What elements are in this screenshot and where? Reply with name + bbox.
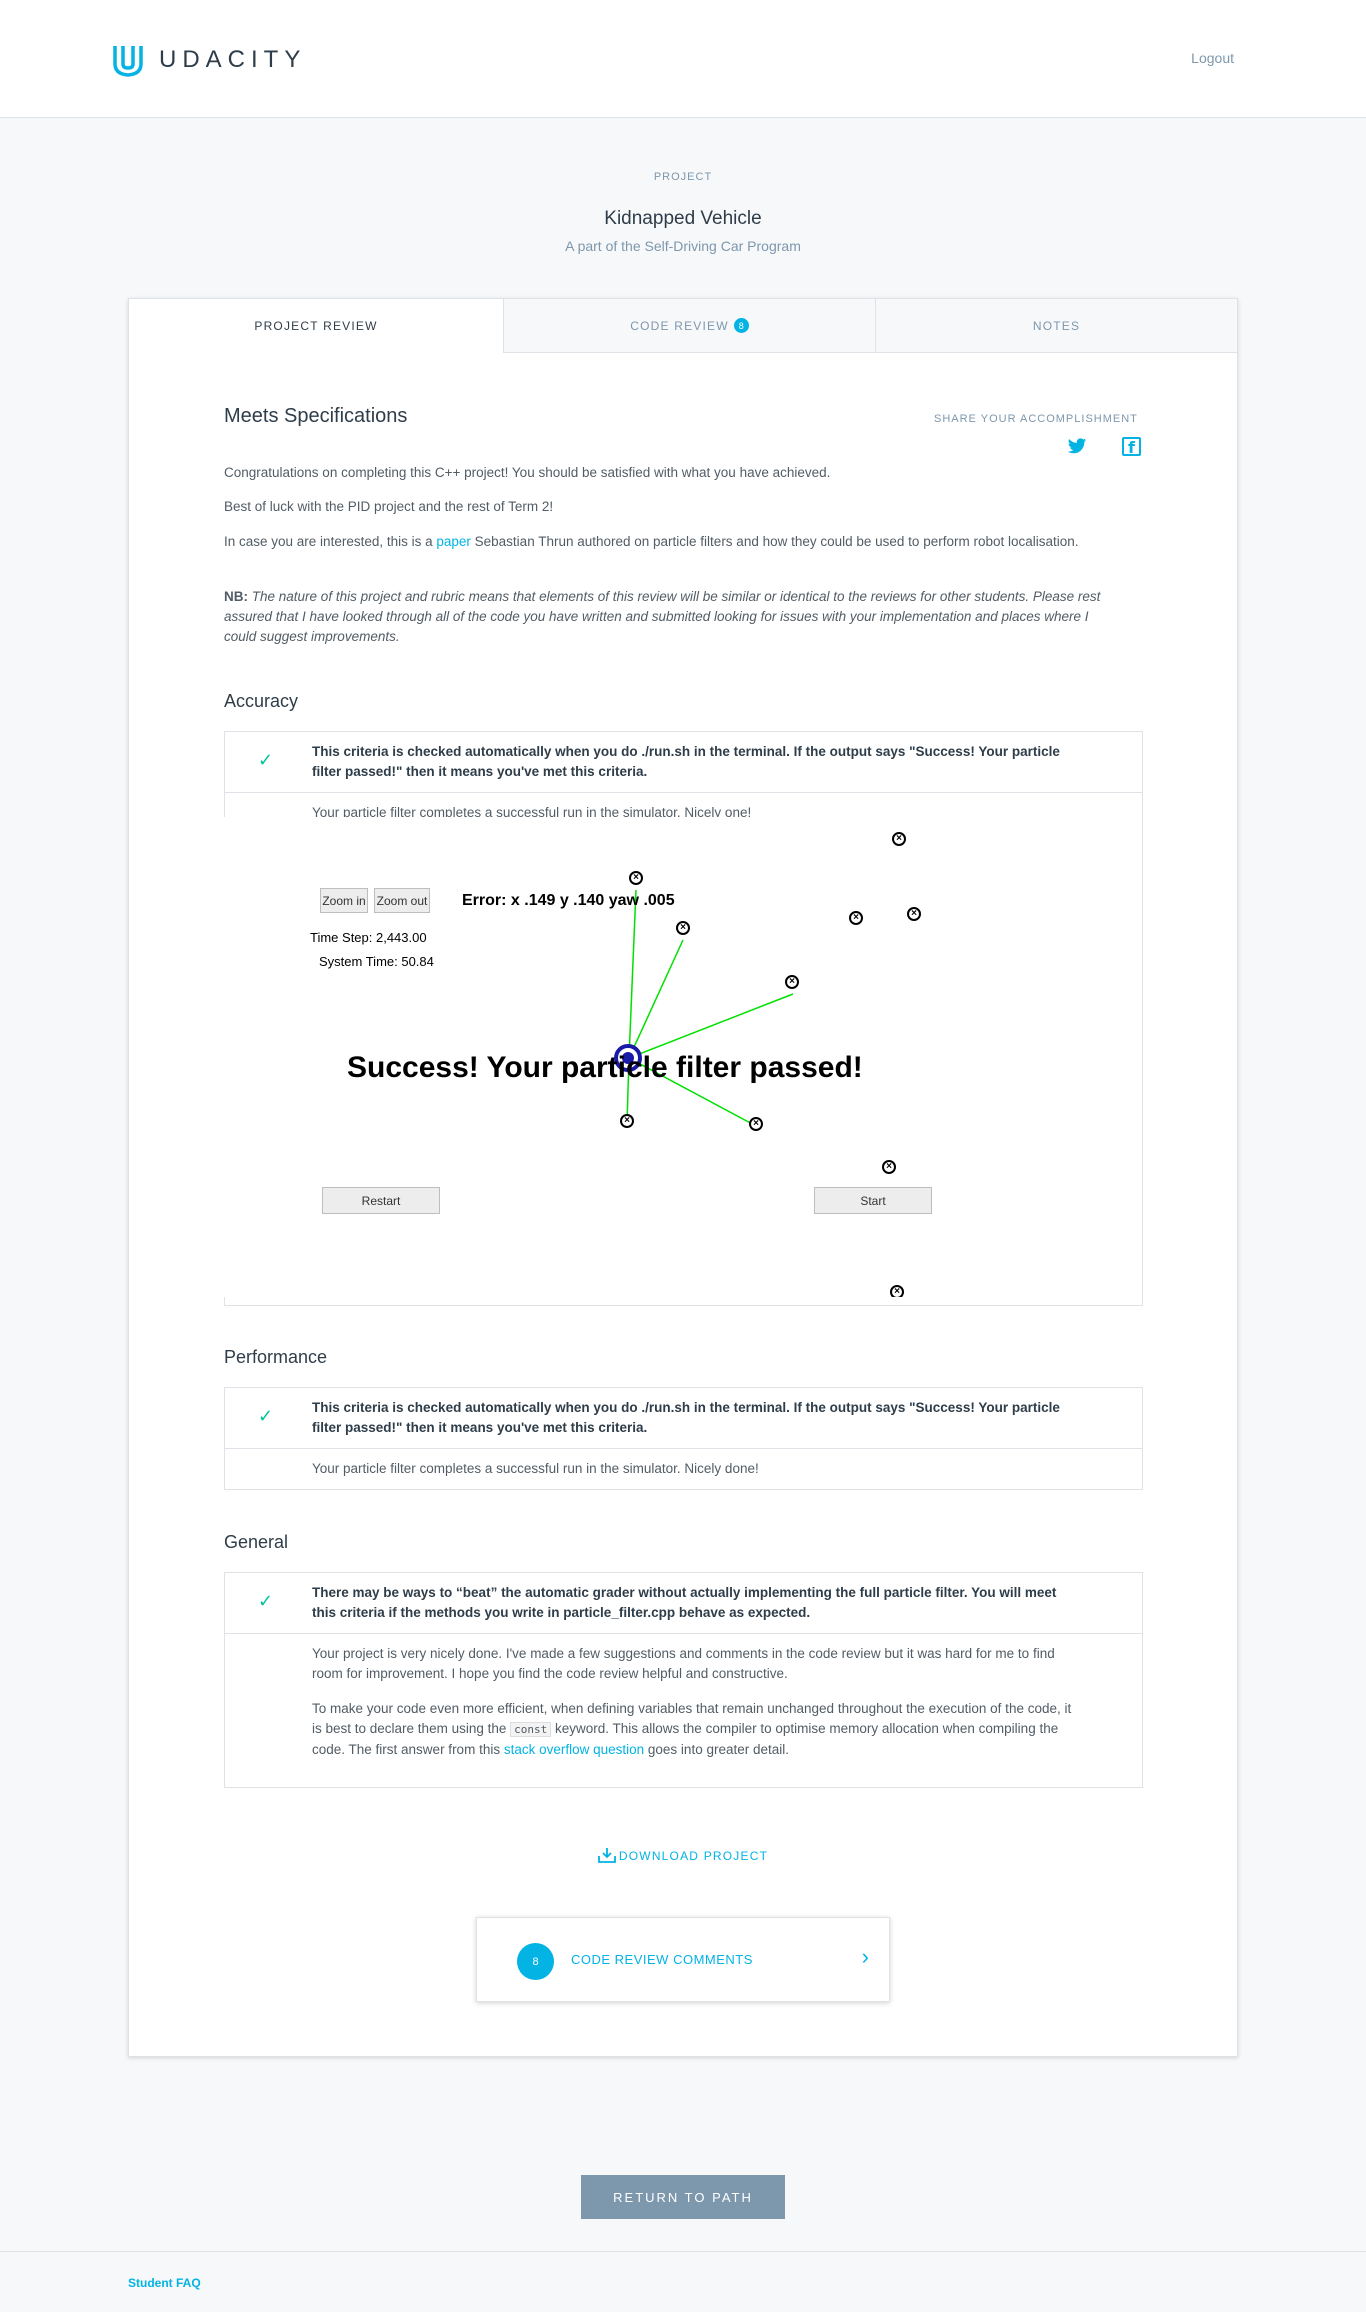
start-button[interactable]: Start (814, 1187, 932, 1214)
success-message: Success! Your particle filter passed! (347, 1051, 863, 1084)
chevron-right-icon: › (861, 1944, 869, 1969)
project-subtitle: A part of the Self-Driving Car Program (565, 238, 801, 254)
landmark-marker: × (882, 1160, 896, 1174)
landmark-marker: × (620, 1114, 634, 1128)
comments-count-badge: 8 (517, 1943, 554, 1980)
restart-button[interactable]: Restart (322, 1187, 440, 1214)
criteria-general: ✓ There may be ways to “beat” the automa… (224, 1572, 1143, 1788)
top-header: UDACITY Logout (0, 0, 1366, 118)
download-project-link[interactable]: DOWNLOAD PROJECT (0, 1847, 1366, 1863)
landmark-marker: × (676, 921, 690, 935)
criteria-text: This criteria is checked automatically w… (312, 1400, 1060, 1435)
reviewer-comment: Your project is very nicely done. I've m… (312, 1646, 1055, 1681)
check-icon: ✓ (258, 750, 274, 770)
criteria-header: ✓ There may be ways to “beat” the automa… (225, 1573, 1142, 1634)
section-title-accuracy: Accuracy (224, 691, 299, 711)
comments-label: CODE REVIEW COMMENTS (571, 1952, 753, 1967)
landmark-marker: × (890, 1285, 904, 1297)
review-status: Meets Specifications (224, 405, 408, 427)
logout-link[interactable]: Logout (1191, 50, 1234, 66)
review-paragraph: In case you are interested, this is a pa… (224, 534, 1079, 549)
landmark-marker: × (907, 907, 921, 921)
tab-bar: PROJECT REVIEW CODE REVIEW 8 NOTES (129, 299, 1237, 353)
time-step-readout: Time Step: 2,443.00 (310, 930, 427, 945)
footer: Student FAQ (0, 2251, 1366, 2312)
tab-label: CODE REVIEW (630, 318, 729, 333)
landmark-marker: × (749, 1117, 763, 1131)
share-label: SHARE YOUR ACCOMPLISHMENT (934, 413, 1138, 425)
review-note: NB: The nature of this project and rubri… (224, 589, 1101, 644)
tab-label: NOTES (1032, 318, 1081, 333)
twitter-icon[interactable] (1067, 438, 1087, 460)
criteria-text: There may be ways to “beat” the automati… (312, 1585, 1057, 1620)
system-time-readout: System Time: 50.84 (319, 954, 434, 969)
udacity-logo-icon (113, 46, 143, 77)
student-faq-link[interactable]: Student FAQ (128, 2276, 201, 2290)
tab-project-review[interactable]: PROJECT REVIEW (129, 299, 503, 353)
udacity-logo[interactable]: UDACITY (111, 40, 306, 80)
review-paragraph: Best of luck with the PID project and th… (224, 499, 554, 514)
criteria-header: ✓ This criteria is checked automatically… (225, 1388, 1142, 1449)
paper-link[interactable]: paper (436, 534, 471, 549)
zoom-in-button[interactable]: Zoom in (320, 888, 368, 913)
landmark-marker: × (849, 911, 863, 925)
landmark-marker: × (629, 871, 643, 885)
brand-name: UDACITY (159, 46, 307, 73)
simulator-screenshot: Zoom in Zoom out Error: x .149 y .140 ya… (222, 817, 1122, 1297)
return-to-path-button[interactable]: RETURN TO PATH (581, 2175, 785, 2219)
code-snippet: const (510, 1722, 552, 1737)
landmark-marker: × (785, 975, 799, 989)
check-icon: ✓ (258, 1406, 274, 1426)
reviewer-comment: To make your code even more efficient, w… (312, 1701, 1072, 1757)
facebook-icon[interactable]: f (1122, 437, 1141, 457)
section-title-performance: Performance (224, 1347, 328, 1367)
criteria-text: This criteria is checked automatically w… (312, 744, 1060, 779)
project-eyebrow: PROJECT (653, 171, 713, 183)
section-title-general: General (224, 1532, 289, 1552)
check-icon: ✓ (258, 1591, 274, 1611)
tab-code-review[interactable]: CODE REVIEW 8 (503, 299, 875, 353)
zoom-out-button[interactable]: Zoom out (374, 888, 430, 913)
landmark-marker: × (892, 832, 906, 846)
criteria-performance: ✓ This criteria is checked automatically… (224, 1387, 1143, 1490)
project-title: Kidnapped Vehicle (604, 208, 762, 229)
code-review-count-badge: 8 (733, 318, 749, 333)
stack-overflow-link[interactable]: stack overflow question (504, 1742, 644, 1757)
reviewer-comment: Your particle filter completes a success… (312, 1461, 759, 1476)
tab-label: PROJECT REVIEW (254, 318, 378, 333)
tab-notes[interactable]: NOTES (875, 299, 1237, 353)
download-icon (597, 1848, 616, 1863)
code-review-comments-card[interactable]: 8 CODE REVIEW COMMENTS › (476, 1917, 890, 2002)
criteria-header: ✓ This criteria is checked automatically… (225, 732, 1142, 793)
review-paragraph: Congratulations on completing this C++ p… (224, 465, 831, 480)
error-readout: Error: x .149 y .140 yaw .005 (462, 892, 675, 909)
